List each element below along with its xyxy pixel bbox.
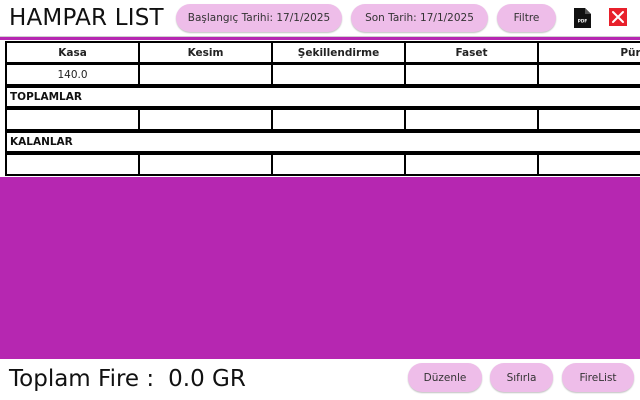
table-cell — [271, 108, 406, 131]
table-cell — [138, 108, 273, 131]
edit-button[interactable]: Düzenle — [408, 363, 482, 392]
table-cell — [271, 153, 406, 176]
table-cell — [138, 153, 273, 176]
firelist-button[interactable]: FireList — [562, 363, 634, 392]
filter-button[interactable]: Filtre — [497, 4, 556, 32]
total-fire-value: 0.0 GR — [168, 366, 246, 392]
column-header-faset: Faset — [404, 41, 539, 64]
page-title: HAMPAR LIST — [9, 5, 164, 31]
column-header-puruzcu: Pürüzcü — [537, 41, 640, 64]
table-row: 140.0 — [5, 63, 640, 86]
total-fire-display: Toplam Fire : 0.0 GR — [9, 364, 246, 394]
table-cell — [271, 63, 406, 86]
remaining-row — [5, 153, 640, 176]
table-cell: 140.0 — [5, 63, 140, 86]
table-header-row: Kasa Kesim Şekillendirme Faset Pürüzcü — [5, 41, 640, 64]
table-cell — [537, 63, 640, 86]
totals-section-label: TOPLAMLAR — [5, 86, 640, 108]
table-cell — [404, 153, 539, 176]
table-cell — [5, 153, 140, 176]
totals-row — [5, 108, 640, 131]
pdf-icon-text: PDF — [578, 19, 588, 24]
table-cell — [404, 108, 539, 131]
table-cell — [537, 108, 640, 131]
header-bar: HAMPAR LIST Başlangıç Tarihi: 17/1/2025 … — [0, 0, 640, 37]
hampar-table: Kasa Kesim Şekillendirme Faset Pürüzcü 1… — [0, 40, 640, 177]
table-cell — [138, 63, 273, 86]
remaining-section-label: KALANLAR — [5, 131, 640, 153]
close-icon[interactable] — [609, 8, 627, 26]
footer-bar: Toplam Fire : 0.0 GR Düzenle Sıfırla Fire… — [0, 359, 640, 400]
table-cell — [404, 63, 539, 86]
end-date-button[interactable]: Son Tarih: 17/1/2025 — [351, 4, 488, 32]
table-cell — [537, 153, 640, 176]
table-cell — [5, 108, 140, 131]
column-header-kasa: Kasa — [5, 41, 140, 64]
pdf-icon[interactable]: PDF — [574, 8, 591, 28]
total-fire-label: Toplam Fire : — [9, 366, 155, 392]
start-date-button[interactable]: Başlangıç Tarihi: 17/1/2025 — [176, 4, 342, 32]
column-header-sekillendirme: Şekillendirme — [271, 41, 406, 64]
column-header-kesim: Kesim — [138, 41, 273, 64]
reset-button[interactable]: Sıfırla — [490, 363, 553, 392]
